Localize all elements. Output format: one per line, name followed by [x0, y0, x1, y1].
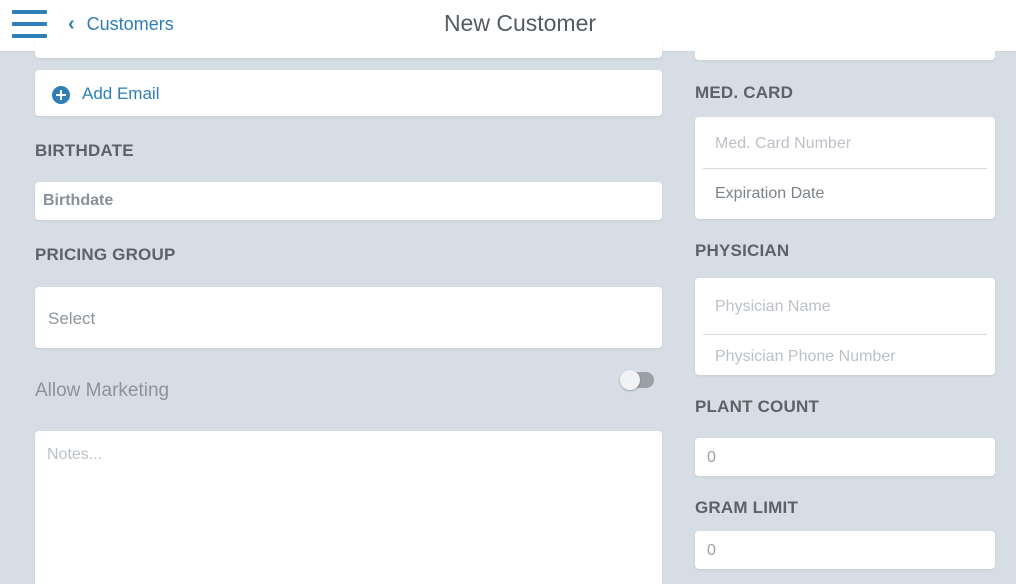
add-email-label: Add Email	[82, 84, 160, 103]
physician-phone-placeholder: Physician Phone Number	[715, 348, 896, 365]
gram-limit-label: GRAM LIMIT	[695, 498, 799, 517]
previous-field-card[interactable]	[35, 40, 662, 58]
physician-name-placeholder: Physician Name	[715, 298, 831, 315]
expiration-date-label: Expiration Date	[715, 185, 825, 202]
physician-phone-field[interactable]: Physician Phone Number	[695, 335, 995, 375]
page-title: New Customer	[443, 10, 597, 36]
physician-group: Physician Name Physician Phone Number	[695, 278, 995, 375]
med-card-label: MED. CARD	[695, 83, 794, 102]
pricing-group-value: Select	[48, 309, 96, 328]
birthdate-field[interactable]: Birthdate	[35, 182, 662, 220]
birthdate-label: BIRTHDATE	[35, 141, 134, 160]
med-card-number-placeholder: Med. Card Number	[715, 135, 852, 152]
pricing-group-label: PRICING GROUP	[35, 245, 176, 264]
gram-limit-value: 0	[707, 542, 716, 559]
pricing-group-select[interactable]: Select	[35, 287, 662, 348]
add-email-button[interactable]: Add Email	[35, 70, 662, 116]
plant-count-label: PLANT COUNT	[695, 397, 820, 416]
notes-textarea[interactable]: Notes...	[35, 431, 662, 584]
med-card-group: Med. Card Number Expiration Date	[695, 117, 995, 219]
physician-label: PHYSICIAN	[695, 241, 790, 260]
plant-count-value: 0	[707, 449, 716, 466]
plant-count-field[interactable]: 0	[695, 438, 995, 476]
gram-limit-field[interactable]: 0	[695, 531, 995, 569]
allow-marketing-label: Allow Marketing	[35, 380, 170, 401]
birthdate-value: Birthdate	[43, 192, 114, 209]
toggle-knob	[620, 370, 640, 390]
med-card-number-field[interactable]: Med. Card Number	[695, 117, 995, 168]
allow-marketing-toggle[interactable]	[620, 370, 654, 390]
previous-right-field-card[interactable]	[695, 50, 995, 60]
physician-name-field[interactable]: Physician Name	[695, 278, 995, 334]
notes-placeholder: Notes...	[47, 446, 103, 463]
plus-circle-icon	[52, 86, 70, 104]
expiration-date-field[interactable]: Expiration Date	[695, 169, 995, 219]
